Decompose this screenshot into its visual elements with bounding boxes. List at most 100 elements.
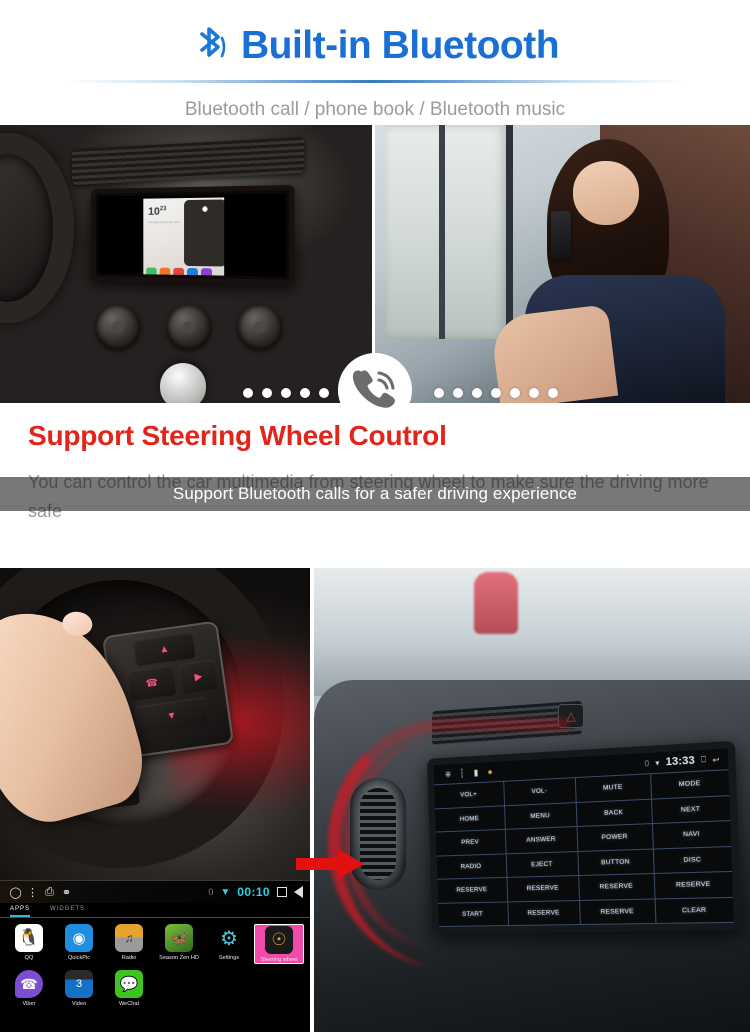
head-unit-dock <box>146 267 212 277</box>
head-unit-install-photo: △ ⎈ ┆ ▮ ● 0 ▾ 13:33 ⎕ ↩ VOL+ VOL- MUTE M… <box>314 568 750 1032</box>
mobile-phone <box>551 211 571 259</box>
knob-temp <box>167 305 211 349</box>
bottom-photo-band: ▲ ☎ ▶ ▼ ➤ ◯ ⋮ ⎙ ⚭ 0 ▼ 00:10 <box>0 568 750 1032</box>
steering-wheel-buttons-photo: ▲ ☎ ▶ ▼ ➤ ◯ ⋮ ⎙ ⚭ 0 ▼ 00:10 <box>0 568 310 1032</box>
key-cell[interactable]: START <box>438 901 509 927</box>
steering-key-grid: VOL+ VOL- MUTE MODE HOME MENU BACK NEXT … <box>434 769 734 927</box>
volume-up-icon[interactable]: ▲ <box>132 632 196 667</box>
app-grid-row-2: ☎ Viber 3 Video 💬 WeChat <box>0 964 310 1007</box>
key-cell[interactable]: RESERVE <box>506 875 581 902</box>
key-cell[interactable]: ANSWER <box>505 827 579 854</box>
battery-icon: ▮ <box>473 767 479 777</box>
wallpaper-art <box>184 199 225 267</box>
top-photo-band: 1023 Tuesday, December 2nd Support Bluet… <box>0 125 750 511</box>
key-cell[interactable]: VOL- <box>503 778 577 806</box>
red-right-arrow-icon <box>296 849 364 879</box>
app-label: Settings <box>218 955 240 961</box>
app-label: QQ <box>24 955 34 961</box>
app-radio[interactable]: ♫ Radio <box>104 924 154 964</box>
app-qq[interactable]: 🐧 QQ <box>4 924 54 964</box>
phone-icon[interactable]: ☎ <box>127 665 177 702</box>
dock-messages-icon <box>173 267 185 277</box>
viber-icon: ☎ <box>15 970 43 999</box>
sim-icon: ┆ <box>459 767 465 778</box>
bluetooth-icon <box>191 24 231 70</box>
connection-dots-right <box>434 388 558 398</box>
top-photo-caption: Support Bluetooth calls for a safer driv… <box>0 477 750 511</box>
caption-text: Support Bluetooth calls for a safer driv… <box>172 484 578 503</box>
knob-mode <box>238 305 282 349</box>
app-video[interactable]: 3 Video <box>54 970 104 1007</box>
screenshot-icon[interactable]: ⎙ <box>41 886 58 899</box>
wechat-icon: 💬 <box>115 970 143 999</box>
title-divider <box>65 80 685 83</box>
circle-home-icon[interactable]: ◯ <box>7 886 24 899</box>
head-unit-clock: 13:33 <box>665 754 696 769</box>
key-cell[interactable]: RESERVE <box>437 877 508 904</box>
butterfly-icon: 🦋 <box>165 924 193 952</box>
key-cell[interactable]: BUTTON <box>578 849 655 876</box>
app-label: Viber <box>22 1001 36 1008</box>
app-steering-wheel[interactable]: ☉ Steering wheel <box>254 924 304 965</box>
key-cell[interactable]: BACK <box>576 799 653 828</box>
key-cell[interactable]: RESERVE <box>507 900 581 927</box>
back-arrow-icon[interactable]: ↩ <box>712 755 719 765</box>
key-cell[interactable]: EJECT <box>506 851 580 878</box>
battery-level: 0 <box>644 758 650 768</box>
key-cell[interactable]: DISC <box>653 846 733 875</box>
key-cell[interactable]: VOL+ <box>434 781 505 809</box>
key-cell[interactable]: RADIO <box>436 853 507 880</box>
quickpic-icon: ◉ <box>65 924 93 952</box>
triangle-back-icon[interactable] <box>294 886 303 898</box>
key-cell[interactable]: POWER <box>577 824 654 852</box>
knob-fan <box>96 305 140 349</box>
windshield <box>314 568 750 696</box>
overflow-menu-icon[interactable]: ⋮ <box>24 886 41 899</box>
wifi-icon: ▼ <box>220 886 231 898</box>
app-wechat[interactable]: 💬 WeChat <box>104 970 154 1007</box>
square-recents-icon[interactable] <box>277 887 287 897</box>
recents-icon[interactable]: ⎕ <box>701 755 706 766</box>
product-detail-page: Built-in Bluetooth Bluetooth call / phon… <box>0 0 750 1032</box>
wifi-icon: ▾ <box>655 757 660 768</box>
app-quickpic[interactable]: ◉ QuickPic <box>54 924 104 964</box>
app-settings[interactable]: ⚙ Settings <box>204 924 254 964</box>
woman-on-phone-photo <box>375 125 750 403</box>
steering-wheel-icon: ☉ <box>265 926 293 954</box>
page-subtitle: Bluetooth call / phone book / Bluetooth … <box>184 99 566 120</box>
orange-dot-icon: ● <box>487 766 493 777</box>
app-label: Video <box>71 1001 87 1008</box>
window-background <box>385 125 513 339</box>
volume-down-icon[interactable]: ▼ <box>134 696 210 735</box>
key-cell[interactable]: HOME <box>435 805 506 833</box>
dock-apps-icon <box>200 268 212 277</box>
key-cell[interactable]: CLEAR <box>655 897 734 924</box>
tab-apps[interactable]: APPS <box>10 906 31 917</box>
app-grid-row-1: 🐧 QQ ◉ QuickPic ♫ Radio 🦋 Season Zen HD <box>0 918 310 965</box>
page-header: Built-in Bluetooth Bluetooth call / phon… <box>0 0 750 121</box>
key-cell[interactable]: MODE <box>650 770 730 800</box>
head-unit-touchscreen[interactable]: ⎈ ┆ ▮ ● 0 ▾ 13:33 ⎕ ↩ VOL+ VOL- MUTE MOD… <box>426 740 742 934</box>
app-viber[interactable]: ☎ Viber <box>4 970 54 1007</box>
key-cell[interactable]: RESERVE <box>580 898 656 926</box>
head-unit-clock: 1023 <box>148 206 167 218</box>
key-cell[interactable]: RESERVE <box>654 871 734 899</box>
tab-widgets[interactable]: WIDGETS <box>50 906 85 917</box>
key-cell[interactable]: PREV <box>435 829 507 857</box>
home-outline-icon[interactable]: ⎈ <box>441 768 455 779</box>
app-label: WeChat <box>118 1001 140 1008</box>
climate-knobs <box>96 301 282 353</box>
key-cell[interactable]: RESERVE <box>579 874 656 901</box>
gear-shifter <box>160 363 206 403</box>
key-cell[interactable]: NAVI <box>652 821 732 850</box>
usb-icon: ⚭ <box>61 886 72 899</box>
triangle-icon[interactable]: ▶ <box>178 659 219 694</box>
head-unit-date: Tuesday, December 2nd <box>148 220 180 225</box>
key-cell[interactable]: MENU <box>504 802 578 830</box>
video-icon: 3 <box>65 970 93 999</box>
phone-call-icon <box>338 353 412 427</box>
app-season-zen-hd[interactable]: 🦋 Season Zen HD <box>154 924 204 964</box>
key-cell[interactable]: MUTE <box>575 774 652 803</box>
launcher-tabs: APPS WIDGETS <box>0 903 310 918</box>
key-cell[interactable]: NEXT <box>651 795 731 825</box>
